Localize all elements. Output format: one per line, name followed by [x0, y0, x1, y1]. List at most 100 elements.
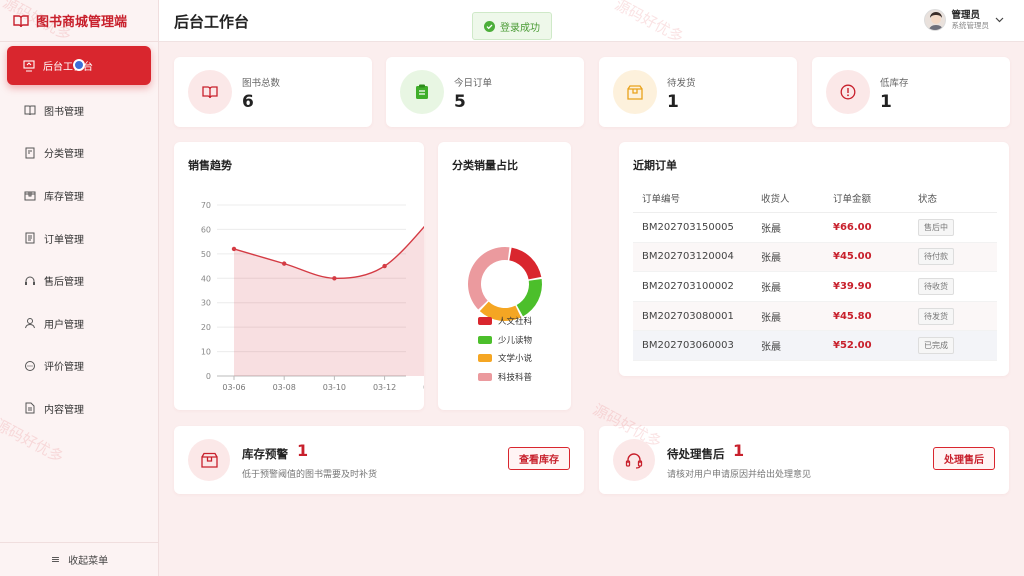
- order-recipient: 张晨: [761, 223, 781, 235]
- y-tick-label: 0: [206, 372, 211, 381]
- sidebar-item-label: 图书管理: [44, 106, 84, 118]
- legend-item[interactable]: 科技科普: [478, 368, 532, 387]
- brand: 图书商城管理端: [0, 0, 158, 42]
- collapse-label: 收起菜单: [68, 556, 109, 567]
- sidebar-item-label: 内容管理: [44, 404, 84, 416]
- column-header: 收货人: [761, 194, 790, 205]
- order-amount: ¥52.00: [833, 340, 872, 352]
- data-point: [332, 276, 337, 281]
- y-tick-label: 40: [201, 274, 211, 283]
- menu-icon: ≡: [50, 553, 61, 566]
- category-share-card: 分类销量占比 人文社科 少儿读物 文学小说 科技科普: [438, 142, 571, 410]
- pie-slice: [468, 247, 510, 310]
- stat-card-books: 图书总数 6: [174, 57, 372, 127]
- order-id: BM202703100002: [642, 280, 734, 292]
- alert-title: 待处理售后: [667, 447, 725, 461]
- column-header: 状态: [918, 194, 938, 205]
- cursor-indicator: [73, 59, 85, 71]
- alert-icon: [613, 439, 655, 481]
- chart-legend: 人文社科少儿读物 文学小说 科技科普: [478, 312, 532, 386]
- view-inventory-button[interactable]: 查看库存: [508, 447, 570, 470]
- app-title: 图书商城管理端: [36, 15, 128, 30]
- column-header: 订单金额: [833, 194, 872, 205]
- stat-value: 6: [242, 92, 254, 112]
- user-icon: [25, 318, 35, 329]
- legend-swatch: [478, 354, 492, 363]
- book-icon: [13, 14, 29, 27]
- header: 后台工作台 登录成功 管理员 系统管理员: [159, 0, 1024, 42]
- column-header: 订单编号: [642, 194, 681, 205]
- user-role: 系统管理员: [951, 21, 990, 30]
- box-icon: [627, 84, 643, 100]
- x-tick-label: 03-15: [423, 383, 424, 392]
- table-row[interactable]: BM202703100002 张晨 ¥39.90 待收货: [633, 272, 997, 302]
- table-row[interactable]: BM202703060003 张晨 ¥52.00 已完成: [633, 331, 997, 361]
- stat-icon: [613, 70, 657, 114]
- chevron-down-icon[interactable]: [995, 17, 1004, 23]
- pie-slice: [516, 279, 542, 317]
- alert-icon: [188, 439, 230, 481]
- avatar[interactable]: [923, 9, 946, 31]
- alert-count: 1: [733, 441, 745, 460]
- headset-icon: [625, 452, 643, 469]
- legend-item[interactable]: 文学小说: [478, 349, 532, 368]
- sidebar-item-categories[interactable]: 分类管理: [0, 132, 158, 175]
- stat-icon: [400, 70, 444, 114]
- sidebar-item-label: 评价管理: [44, 362, 84, 374]
- sidebar-item-label: 后台工作台: [43, 62, 93, 73]
- sidebar-item-users[interactable]: 用户管理: [0, 302, 158, 345]
- user-menu[interactable]: 管理员 系统管理员: [923, 9, 1005, 31]
- order-recipient: 张晨: [761, 282, 781, 294]
- legend-swatch: [478, 335, 492, 344]
- sales-trend-chart: 0 10 20 30 40 50 60 70 03-06 03-08 03-10 03-12 03-15: [201, 201, 424, 392]
- sidebar-item-reviews[interactable]: 评价管理: [0, 345, 158, 388]
- table-row[interactable]: BM202703120004 张晨 ¥45.00 待付款: [633, 242, 997, 273]
- sidebar-item-dashboard[interactable]: 后台工作台: [7, 46, 151, 85]
- status-badge: 售后中: [918, 218, 954, 236]
- book-icon: [202, 86, 218, 99]
- headset-icon: [25, 276, 35, 285]
- order-id: BM202703080001: [642, 310, 734, 322]
- sidebar-item-books[interactable]: 图书管理: [0, 89, 158, 132]
- sidebar-item-content[interactable]: 内容管理: [0, 387, 158, 430]
- table-row[interactable]: BM202703080001 张晨 ¥45.80 待发货: [633, 301, 997, 332]
- alert-circle-icon: [840, 84, 856, 100]
- legend-item[interactable]: 少儿读物: [478, 331, 532, 350]
- order-amount: ¥45.80: [833, 310, 872, 322]
- page-title: 后台工作台: [174, 13, 250, 31]
- inventory-alert-card: 库存预警 1 低于预警阈值的图书需要及时补货 查看库存: [174, 426, 584, 494]
- x-tick-label: 03-08: [273, 383, 296, 392]
- sidebar-item-after-sales[interactable]: 售后管理: [0, 259, 158, 302]
- recent-orders-card: 近期订单 订单编号 收货人 订单金额 状态 BM202703150005 张晨 …: [619, 142, 1009, 376]
- x-tick-label: 03-10: [323, 383, 346, 392]
- legend-swatch: [478, 372, 492, 381]
- stat-label: 待发货: [667, 78, 696, 89]
- alert-count: 1: [297, 441, 309, 460]
- order-amount: ¥45.00: [833, 251, 872, 263]
- orders-table: 订单编号 收货人 订单金额 状态 BM202703150005 张晨 ¥66.0…: [633, 184, 997, 361]
- legend-item[interactable]: 人文社科: [478, 312, 532, 331]
- y-tick-label: 70: [201, 201, 211, 210]
- table-body: BM202703150005 张晨 ¥66.00 售后中 BM202703120…: [633, 213, 997, 361]
- sales-trend-card: 销售趋势 0 10 20 30 40 50 60 70 03-06 03-08 03-10 03-12…: [174, 142, 424, 410]
- stat-card-low-stock: 低库存 1: [812, 57, 1010, 127]
- card-title: 近期订单: [633, 159, 677, 172]
- status-badge: 待付款: [918, 248, 954, 266]
- legend-label: 人文社科: [498, 317, 533, 328]
- y-tick-label: 30: [201, 299, 211, 308]
- inventory-icon: [24, 191, 36, 201]
- order-recipient: 张晨: [761, 253, 781, 265]
- table-row[interactable]: BM202703150005 张晨 ¥66.00 售后中: [633, 213, 997, 243]
- y-tick-label: 50: [201, 250, 211, 259]
- sidebar-item-orders[interactable]: 订单管理: [0, 217, 158, 260]
- y-tick-label: 20: [201, 323, 211, 332]
- box-icon: [200, 452, 218, 468]
- collapse-menu-button[interactable]: ≡ 收起菜单: [0, 542, 159, 576]
- sidebar-item-inventory[interactable]: 库存管理: [0, 174, 158, 217]
- sidebar-nav: 后台工作台 图书管理 分类管理 库存管理 订单管理 售后管理 用户管理 评价管理…: [0, 42, 158, 430]
- handle-after-sales-button[interactable]: 处理售后: [933, 447, 995, 470]
- check-circle-icon: [484, 20, 495, 32]
- table-header: 订单编号 收货人 订单金额 状态: [633, 184, 997, 213]
- order-amount: ¥39.90: [833, 280, 872, 292]
- stat-icon: [188, 70, 232, 114]
